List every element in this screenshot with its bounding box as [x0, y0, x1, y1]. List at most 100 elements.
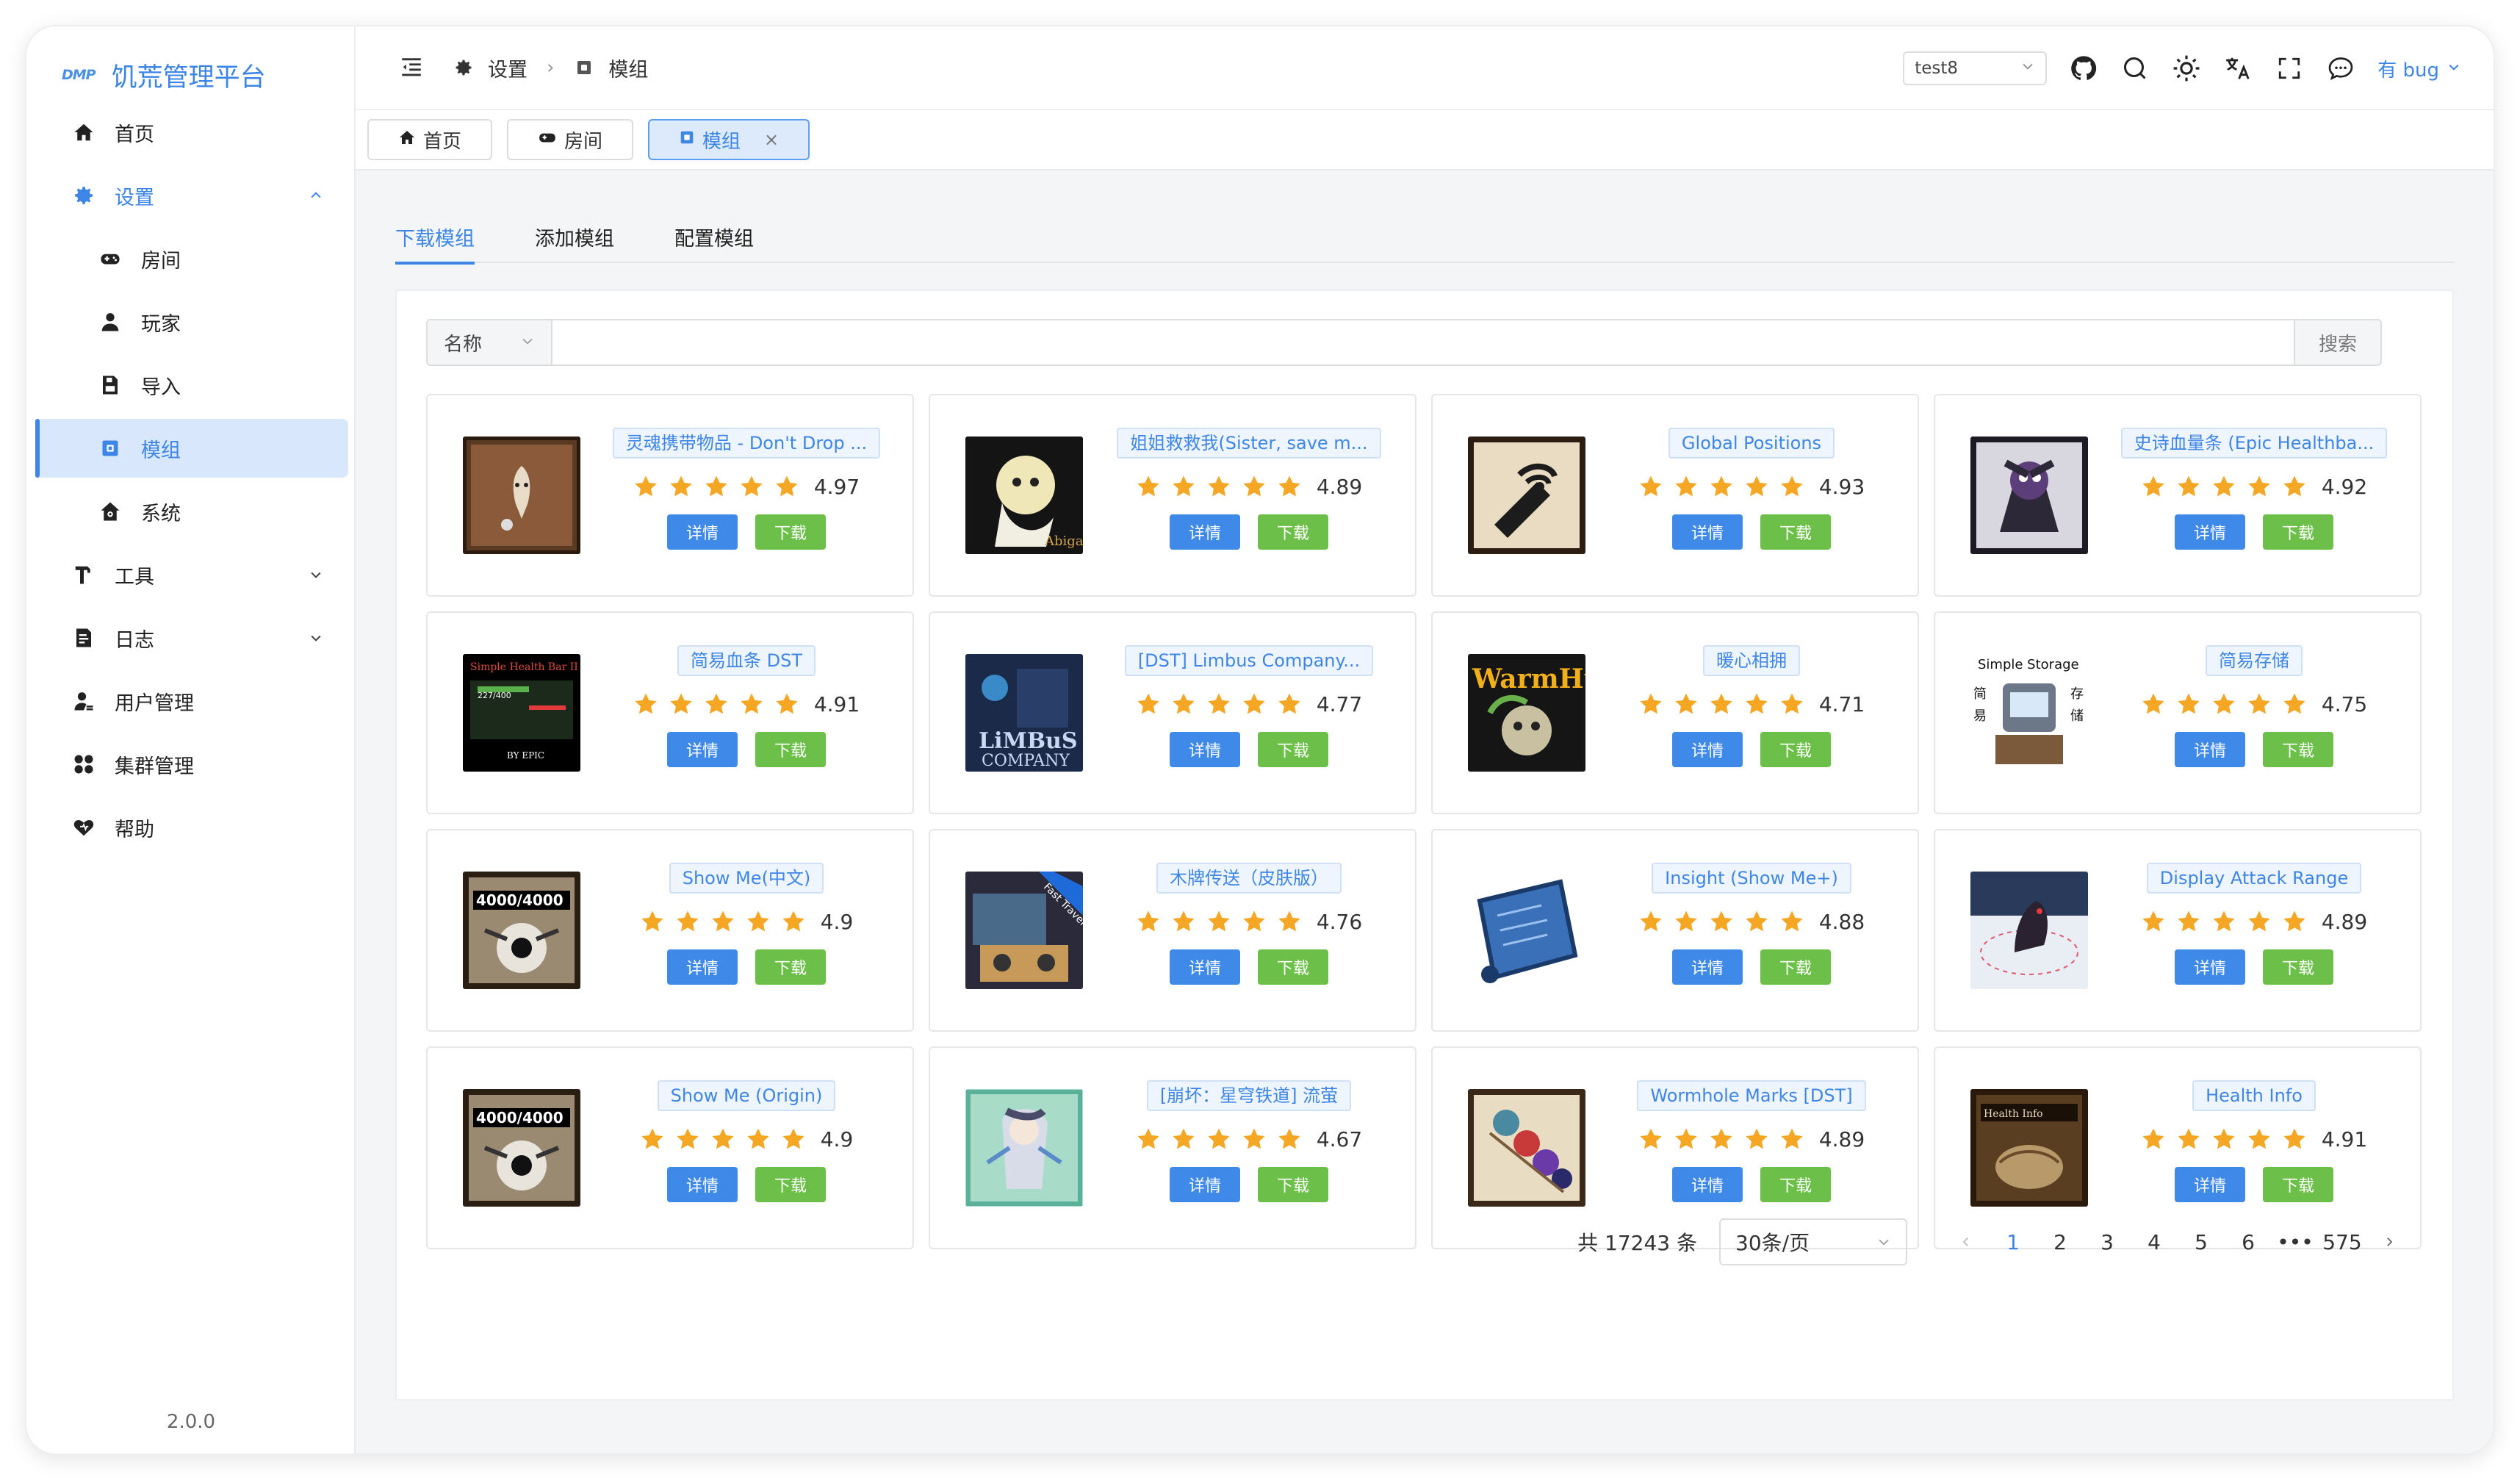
search-icon[interactable]: [2120, 54, 2150, 83]
tab-config-mods[interactable]: 配置模组: [674, 210, 754, 263]
sidebar-item-mods[interactable]: 模组: [35, 419, 348, 478]
mod-thumbnail[interactable]: Fast Travel: [965, 872, 1083, 989]
close-icon[interactable]: ×: [764, 129, 779, 150]
mod-title[interactable]: 木牌传送（皮肤版）: [1156, 863, 1342, 894]
sidebar-item-system[interactable]: 系统: [35, 482, 348, 541]
chat-icon[interactable]: [2326, 54, 2355, 83]
mod-title[interactable]: Global Positions: [1668, 428, 1835, 459]
mod-thumbnail[interactable]: [1468, 872, 1585, 989]
user-menu[interactable]: 有 bug: [2377, 55, 2461, 82]
detail-button[interactable]: 详情: [1170, 732, 1240, 767]
download-button[interactable]: 下载: [1760, 1167, 1831, 1202]
download-button[interactable]: 下载: [1760, 514, 1831, 550]
detail-button[interactable]: 详情: [1672, 514, 1743, 550]
page-tab-home[interactable]: 首页: [367, 119, 493, 160]
detail-button[interactable]: 详情: [1672, 1167, 1743, 1202]
mod-title[interactable]: Display Attack Range: [2146, 863, 2362, 894]
detail-button[interactable]: 详情: [1170, 514, 1240, 550]
page-size-select[interactable]: 30条/页: [1719, 1218, 1907, 1265]
detail-button[interactable]: 详情: [667, 732, 738, 767]
mod-title[interactable]: Health Info: [2192, 1080, 2316, 1111]
page-number[interactable]: 6: [2225, 1218, 2272, 1265]
menu-fold-icon[interactable]: [397, 53, 426, 82]
mod-thumbnail[interactable]: WarmHug: [1468, 654, 1585, 772]
sidebar-item-settings[interactable]: 设置: [35, 166, 348, 225]
mod-title[interactable]: Show Me (Origin): [657, 1080, 836, 1111]
mod-thumbnail[interactable]: [965, 1089, 1083, 1207]
mod-title[interactable]: [DST] Limbus Company...: [1124, 645, 1374, 676]
page-number[interactable]: 1: [1990, 1218, 2037, 1265]
page-number[interactable]: 5: [2178, 1218, 2225, 1265]
detail-button[interactable]: 详情: [1170, 949, 1240, 985]
search-input[interactable]: [552, 320, 2294, 364]
mod-title[interactable]: 姐姐救救我(Sister, save m...: [1117, 428, 1381, 459]
search-field-select[interactable]: 名称: [428, 320, 552, 364]
prev-page-button[interactable]: [1943, 1218, 1990, 1265]
mod-thumbnail[interactable]: LiMBuS COMPANY: [965, 654, 1083, 772]
download-button[interactable]: 下载: [2263, 1167, 2333, 1202]
sidebar-item-user-management[interactable]: 用户管理: [35, 672, 348, 730]
next-page-button[interactable]: [2366, 1218, 2413, 1265]
download-button[interactable]: 下载: [1258, 514, 1328, 550]
mod-title[interactable]: 简易血条 DST: [677, 645, 816, 676]
download-button[interactable]: 下载: [1258, 949, 1328, 985]
mod-title[interactable]: Insight (Show Me+): [1652, 863, 1851, 894]
translate-icon[interactable]: [2223, 54, 2253, 83]
detail-button[interactable]: 详情: [2175, 1167, 2245, 1202]
detail-button[interactable]: 详情: [2175, 949, 2245, 985]
sidebar-item-rooms[interactable]: 房间: [35, 229, 348, 288]
cluster-select[interactable]: test8: [1903, 51, 2048, 85]
mod-thumbnail[interactable]: Simple Storage 简易 存储: [1970, 654, 2088, 772]
sidebar-item-players[interactable]: 玩家: [35, 292, 348, 351]
detail-button[interactable]: 详情: [1170, 1167, 1240, 1202]
mod-thumbnail[interactable]: [1468, 1089, 1585, 1207]
detail-button[interactable]: 详情: [667, 514, 738, 550]
sidebar-item-help[interactable]: 帮助: [35, 798, 348, 857]
search-button[interactable]: 搜索: [2294, 320, 2380, 364]
page-tab-mods[interactable]: 模组 ×: [648, 119, 810, 160]
sidebar-item-logs[interactable]: 日志: [35, 608, 348, 667]
sidebar-item-home[interactable]: 首页: [35, 103, 348, 162]
download-button[interactable]: 下载: [1760, 732, 1831, 767]
detail-button[interactable]: 详情: [1672, 949, 1743, 985]
detail-button[interactable]: 详情: [2175, 514, 2245, 550]
page-number[interactable]: 3: [2084, 1218, 2131, 1265]
mod-thumbnail[interactable]: [1468, 437, 1585, 554]
fullscreen-icon[interactable]: [2275, 54, 2304, 83]
mod-title[interactable]: Show Me(中文): [669, 863, 824, 894]
download-button[interactable]: 下载: [1258, 732, 1328, 767]
sidebar-item-cluster-management[interactable]: 集群管理: [35, 735, 348, 794]
download-button[interactable]: 下载: [755, 1167, 826, 1202]
mod-title[interactable]: 灵魂携带物品 - Don't Drop ...: [612, 428, 881, 459]
mod-title[interactable]: [崩坏：星穹铁道] 流萤: [1146, 1080, 1352, 1111]
tab-add-mods[interactable]: 添加模组: [535, 210, 614, 263]
download-button[interactable]: 下载: [1258, 1167, 1328, 1202]
download-button[interactable]: 下载: [755, 732, 826, 767]
mod-title[interactable]: 暖心相拥: [1703, 645, 1800, 676]
detail-button[interactable]: 详情: [667, 1167, 738, 1202]
page-number[interactable]: 575: [2319, 1218, 2366, 1265]
download-button[interactable]: 下载: [2263, 949, 2333, 985]
sidebar-item-tools[interactable]: 工具: [35, 545, 348, 604]
page-number[interactable]: 4: [2131, 1218, 2178, 1265]
breadcrumb-item[interactable]: 设置: [488, 54, 528, 82]
detail-button[interactable]: 详情: [1672, 732, 1743, 767]
download-button[interactable]: 下载: [755, 949, 826, 985]
download-button[interactable]: 下载: [1760, 949, 1831, 985]
mod-thumbnail[interactable]: Simple Health Bar II 227/400 BY EPIC: [463, 654, 580, 772]
sun-icon[interactable]: [2172, 54, 2201, 83]
mod-thumbnail[interactable]: [1970, 872, 2088, 989]
detail-button[interactable]: 详情: [667, 949, 738, 985]
mod-title[interactable]: 史诗血量条 (Epic Healthba...: [2120, 428, 2388, 459]
mod-thumbnail[interactable]: Abigail: [965, 437, 1083, 554]
github-icon[interactable]: [2069, 54, 2098, 83]
sidebar-item-import[interactable]: 导入: [35, 356, 348, 414]
page-ellipsis[interactable]: •••: [2272, 1218, 2319, 1265]
mod-title[interactable]: 简易存储: [2206, 645, 2303, 676]
mod-thumbnail[interactable]: [463, 437, 580, 554]
download-button[interactable]: 下载: [2263, 514, 2333, 550]
mod-title[interactable]: Wormhole Marks [DST]: [1637, 1080, 1866, 1111]
detail-button[interactable]: 详情: [2175, 732, 2245, 767]
page-number[interactable]: 2: [2037, 1218, 2084, 1265]
mod-thumbnail[interactable]: Health Info: [1970, 1089, 2088, 1207]
